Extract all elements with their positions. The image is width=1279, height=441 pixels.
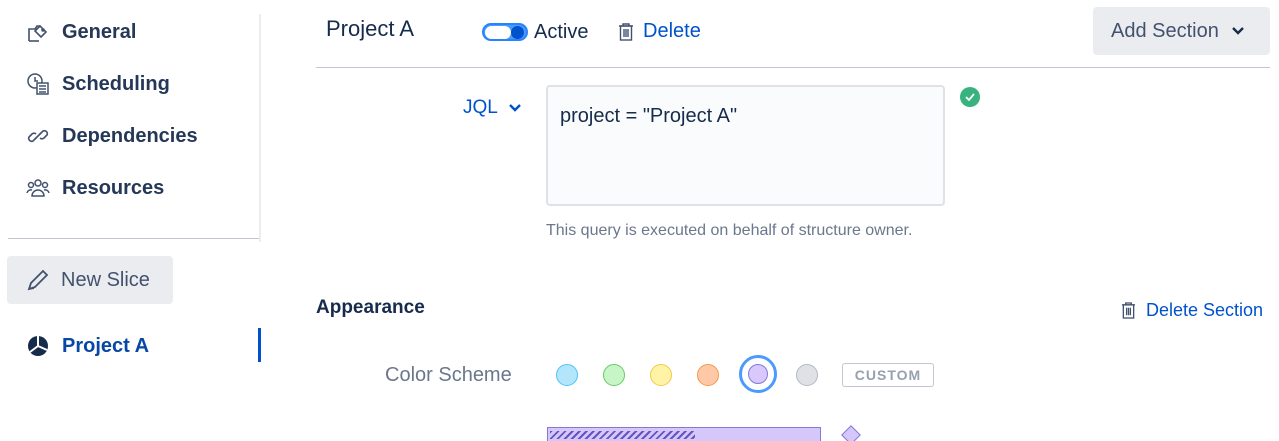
sidebar-item-project-a[interactable]: Project A [26, 331, 149, 361]
color-swatch-green[interactable] [603, 364, 625, 386]
sidebar-item-label: Resources [62, 176, 165, 199]
delete-section-button[interactable]: Delete Section [1120, 300, 1263, 321]
sidebar-divider [8, 238, 260, 239]
color-swatch-orange[interactable] [697, 364, 719, 386]
color-swatch-blue[interactable] [556, 364, 578, 386]
sidebar-item-dependencies[interactable]: Dependencies [26, 121, 198, 151]
add-section-button[interactable]: Add Section [1093, 7, 1270, 55]
link-icon [26, 124, 50, 148]
delete-section-label: Delete Section [1146, 300, 1264, 320]
jql-query-input[interactable] [546, 85, 945, 206]
sidebar-item-general[interactable]: General [26, 17, 136, 47]
general-settings-icon [26, 20, 50, 44]
add-section-label: Add Section [1111, 19, 1219, 42]
active-item-indicator [258, 328, 261, 362]
delete-button[interactable]: Delete [617, 20, 701, 43]
sidebar: General Scheduling Dependencies Resource… [0, 0, 262, 441]
sidebar-border [259, 14, 261, 242]
active-label: Active [534, 21, 589, 43]
jql-help-text: This query is executed on behalf of stru… [546, 222, 913, 239]
bar-progress-hatch [550, 431, 695, 439]
color-swatch-yellow[interactable] [650, 364, 672, 386]
section-title: Appearance [316, 297, 425, 318]
pie-slice-icon [26, 334, 50, 358]
chevron-down-icon [1231, 24, 1245, 38]
calendar-clock-icon [26, 72, 50, 96]
color-swatch-gray[interactable] [796, 364, 818, 386]
toggle-knob [511, 26, 524, 39]
milestone-preview [841, 425, 861, 441]
new-slice-label: New Slice [61, 268, 150, 291]
people-icon [26, 176, 50, 200]
query-mode-label: JQL [463, 97, 498, 118]
sidebar-item-label: Project A [62, 334, 150, 357]
sidebar-item-label: General [62, 20, 137, 43]
header-divider [316, 67, 1270, 68]
selected-swatch-fill [748, 364, 768, 384]
bar-preview [547, 427, 821, 441]
trash-icon [1120, 302, 1136, 320]
query-mode-dropdown[interactable]: JQL [463, 97, 522, 119]
new-slice-button[interactable]: New Slice [7, 256, 173, 304]
sidebar-item-label: Scheduling [62, 72, 170, 95]
pencil-icon [25, 267, 51, 293]
trash-icon [617, 22, 635, 42]
sidebar-item-scheduling[interactable]: Scheduling [26, 69, 170, 99]
color-swatch-purple[interactable] [739, 355, 777, 393]
sidebar-item-label: Dependencies [62, 124, 198, 147]
active-toggle[interactable] [482, 23, 528, 41]
custom-color-button[interactable]: CUSTOM [842, 363, 934, 387]
page-title: Project A [326, 16, 415, 41]
check-circle-icon [960, 87, 980, 107]
sidebar-item-resources[interactable]: Resources [26, 173, 164, 203]
color-scheme-label: Color Scheme [385, 364, 512, 386]
delete-label: Delete [643, 20, 701, 42]
chevron-down-icon [508, 101, 522, 115]
toggle-track [485, 26, 511, 39]
